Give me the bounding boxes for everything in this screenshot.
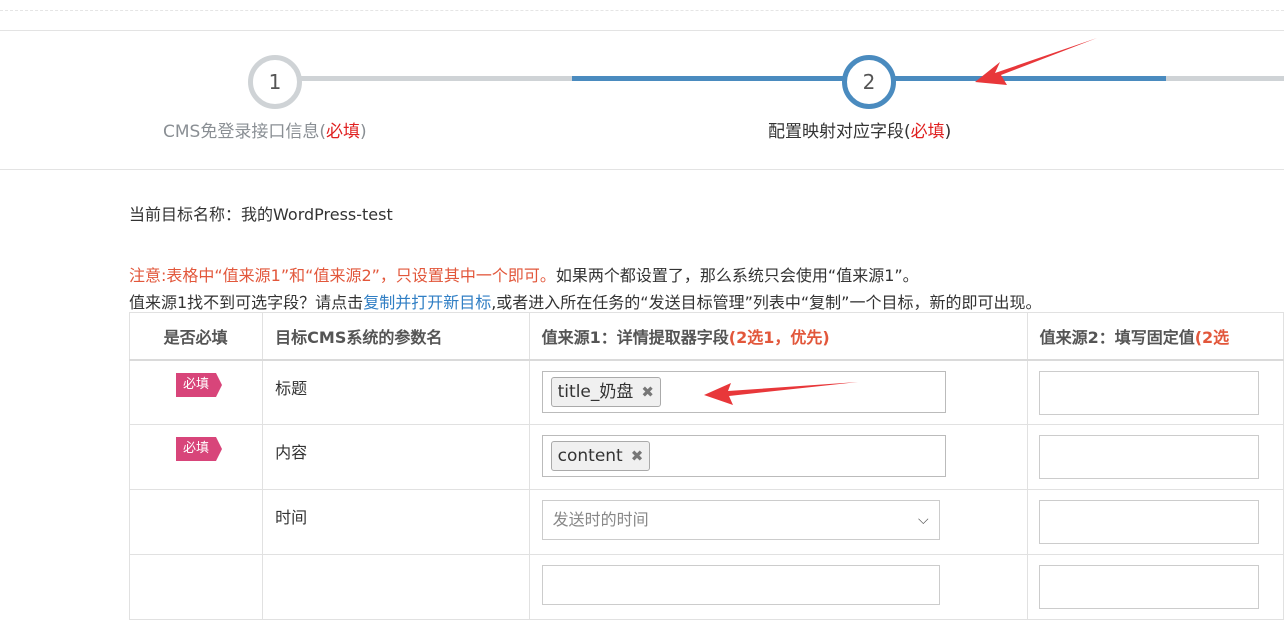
param-name: 标题	[275, 378, 308, 398]
required-badge: 必填	[176, 437, 222, 461]
notice-line-1: 注意:表格中“值来源1”和“值来源2”，只设置其中一个即可。如果两个都设置了，那…	[129, 266, 919, 285]
remove-tag-icon[interactable]: ✖	[641, 378, 654, 406]
table-row: 必填 标题 title_奶盘 ✖	[128, 359, 1284, 425]
fixed-value-input[interactable]	[1038, 435, 1259, 479]
target-name: 当前目标名称：我的WordPress-test	[129, 205, 393, 224]
table-row	[128, 554, 1284, 620]
source1-time-select[interactable]: 发送时的时间 ⌵	[541, 500, 940, 540]
header-source1: 值来源1：详情提取器字段(2选1，优先)	[528, 312, 1028, 361]
remove-tag-icon[interactable]: ✖	[631, 442, 644, 470]
required-badge: 必填	[176, 372, 222, 397]
step-line-remaining	[1166, 76, 1284, 81]
source1-field-select[interactable]: title_奶盘 ✖	[541, 370, 946, 413]
step-2-title[interactable]: 配置映射对应字段(必填)	[768, 117, 951, 142]
selected-field-tag: content ✖	[550, 441, 651, 471]
param-name: 内容	[275, 443, 308, 462]
steps-progress: 1 CMS免登录接口信息(必填) 2 配置映射对应字段(必填)	[0, 30, 1284, 170]
header-required: 是否必填	[128, 312, 264, 361]
step-2-circle[interactable]: 2	[842, 55, 896, 109]
table-header-row: 是否必填 目标CMS系统的参数名 值来源1：详情提取器字段(2选1，优先) 值来…	[128, 312, 1284, 361]
header-param: 目标CMS系统的参数名	[262, 312, 530, 361]
copy-open-target-link[interactable]: 复制并打开新目标	[363, 293, 491, 312]
mapping-table: 是否必填 目标CMS系统的参数名 值来源1：详情提取器字段(2选1，优先) 值来…	[128, 312, 1284, 620]
selected-field-tag: title_奶盘 ✖	[550, 376, 661, 407]
chevron-down-icon: ⌵	[918, 512, 929, 528]
step-1-title[interactable]: CMS免登录接口信息(必填)	[163, 117, 367, 142]
top-strip	[0, 0, 1284, 11]
step-1-circle[interactable]: 1	[248, 55, 302, 109]
param-name: 时间	[275, 508, 308, 527]
step-1-number: 1	[268, 70, 282, 94]
source1-field-select[interactable]: content ✖	[541, 435, 946, 477]
fixed-value-input[interactable]	[1038, 565, 1259, 609]
header-source2: 值来源2：填写固定值(2选	[1026, 312, 1284, 361]
step-line-done	[300, 76, 572, 81]
fixed-value-input[interactable]	[1038, 370, 1259, 415]
table-row: 时间 发送时的时间 ⌵	[128, 489, 1284, 555]
source1-select[interactable]	[541, 565, 940, 605]
table-row: 必填 内容 content ✖	[128, 424, 1284, 490]
notice-line-2: 值来源1找不到可选字段？请点击复制并打开新目标,或者进入所在任务的“发送目标管理…	[129, 293, 1042, 312]
fixed-value-input[interactable]	[1038, 500, 1259, 544]
step-2-number: 2	[862, 70, 876, 94]
